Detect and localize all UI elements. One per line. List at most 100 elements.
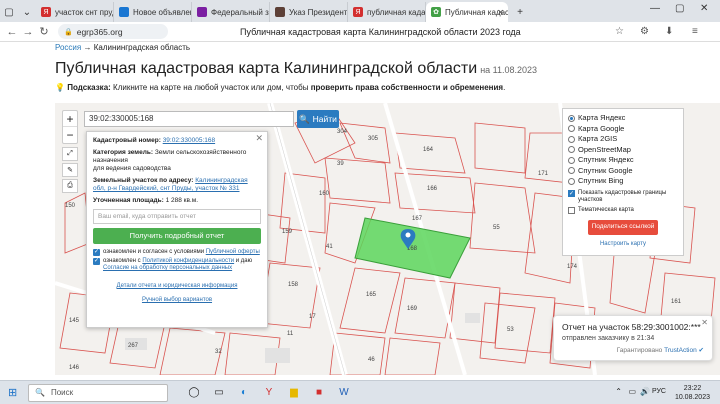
breadcrumb-root[interactable]: Россия [55, 43, 81, 52]
menu-icon[interactable]: ≡ [692, 26, 698, 37]
layer-option[interactable]: OpenStreetMap [568, 145, 678, 156]
close-tab-icon[interactable]: ✕ [497, 8, 504, 17]
search-button[interactable]: 🔍 Найти [297, 110, 339, 128]
layer-option[interactable]: Спутник Яндекс [568, 155, 678, 166]
parcel-label: 17 [309, 314, 316, 320]
checkbox-checked[interactable]: ✓ [568, 189, 575, 197]
site-icon [275, 7, 285, 17]
brand-link[interactable]: TrustAction [664, 347, 697, 354]
parcel-label: 174 [567, 264, 578, 270]
share-link-button[interactable]: Поделиться ссылкой [588, 219, 658, 235]
lightbulb-icon: 💡 [55, 83, 65, 92]
notification-subtitle: отправлен заказчику в 21:34 [562, 335, 655, 342]
browser-tab[interactable]: Новое объявление [114, 2, 192, 22]
tab-search-icon[interactable]: ⌄ [19, 4, 35, 20]
area-label: Уточненная площадь: [93, 197, 164, 204]
manual-options-link[interactable]: Ручной выбор вариантов [142, 297, 212, 303]
settings-icon[interactable]: ⚙ [640, 26, 649, 37]
cadastral-borders-checkbox[interactable]: ✓ Показать кадастровые границы участков [568, 189, 678, 204]
print-icon[interactable]: ⎙ [62, 179, 78, 193]
heading-title: Публичная кадастровая карта Калининградс… [55, 60, 478, 77]
clock[interactable]: 23:22 10.08.2023 [675, 384, 710, 402]
ruler-icon[interactable]: ✎ [62, 163, 78, 177]
notification-guarantee: Гарантировано TrustAction ✔ [562, 346, 704, 354]
layer-option[interactable]: Карта 2GIS [568, 134, 678, 145]
back-icon[interactable]: ← [4, 26, 20, 38]
edge-icon[interactable]: ◐ [234, 383, 254, 403]
offer-link[interactable]: Публичной оферты [206, 249, 260, 255]
layer-option[interactable]: Спутник Bing [568, 176, 678, 187]
language-indicator[interactable]: РУС [652, 388, 666, 395]
yandex-browser-icon[interactable]: Y [259, 383, 279, 403]
maximize-icon[interactable]: ▢ [675, 3, 684, 14]
configure-map-link[interactable]: Настроить карту [568, 239, 678, 250]
cadastral-number-row: Кадастровый номер: 39:02:330005:168 [93, 137, 261, 145]
browser-tab[interactable]: Япубличная кадастр [348, 2, 426, 22]
network-icon[interactable]: ▭ [628, 387, 636, 396]
offer-checkbox-row[interactable]: ✓ ознакомлен и согласен с условиями Публи… [93, 249, 261, 256]
address-label: Земельный участок по адресу: [93, 177, 194, 184]
close-icon[interactable]: ✕ [701, 318, 708, 327]
zoom-in-button[interactable]: + [63, 111, 77, 127]
radio[interactable] [568, 156, 575, 164]
app-icon[interactable]: ■ [309, 383, 329, 403]
task-view-icon[interactable]: ◯ [184, 383, 204, 403]
parcel-label: 165 [366, 292, 377, 298]
parcel-label: 11 [287, 331, 294, 337]
parcel-label: 164 [423, 147, 434, 153]
layer-option-label: Карта 2GIS [578, 134, 618, 143]
radio[interactable] [568, 146, 575, 154]
tab-actions-icon[interactable]: ▢ [1, 4, 17, 20]
layer-option[interactable]: Карта Google [568, 124, 678, 135]
radio[interactable] [568, 167, 575, 175]
folder-icon[interactable]: ▆ [284, 383, 304, 403]
email-field[interactable]: Ваш email, куда отправить отчет [93, 209, 261, 224]
radio[interactable] [568, 177, 575, 185]
checkbox[interactable] [568, 206, 575, 214]
radio[interactable] [568, 135, 575, 143]
close-icon[interactable]: ✕ [255, 134, 263, 143]
privacy-checkbox-row[interactable]: ✓ ознакомлен с Политикой конфиденциальнос… [93, 258, 261, 272]
download-icon[interactable]: ⬇ [665, 26, 673, 37]
layer-switcher: Карта Яндекс Карта Google Карта 2GIS Ope… [562, 108, 684, 256]
privacy-link[interactable]: Политикой конфиденциальности [142, 258, 234, 264]
tray-chevron-icon[interactable]: ⌃ [615, 387, 622, 396]
radio[interactable] [568, 125, 575, 133]
new-tab-icon[interactable]: + [512, 4, 528, 20]
get-report-button[interactable]: Получить подробный отчет [93, 228, 261, 244]
windows-start-icon[interactable]: ⊞ [8, 386, 17, 399]
close-window-icon[interactable]: ✕ [700, 3, 708, 14]
parcel-label: 267 [128, 343, 139, 349]
taskbar-search[interactable]: 🔍 Поиск [28, 383, 168, 402]
volume-icon[interactable]: 🔊 [640, 387, 650, 396]
layer-option[interactable]: Карта Яндекс [568, 113, 678, 124]
cadastral-number-link[interactable]: 39:02:330005:168 [163, 137, 215, 144]
multitask-icon[interactable]: ▭ [209, 383, 229, 403]
report-details-link[interactable]: Детали отчета и юридическая информация [117, 283, 238, 289]
tab-label: участок снт пруды [55, 7, 113, 17]
cadastral-search-input[interactable]: 39:02:330005:168 [84, 111, 294, 127]
checkbox-checked[interactable]: ✓ [93, 258, 100, 265]
layer-option[interactable]: Спутник Google [568, 166, 678, 177]
thematic-map-checkbox[interactable]: Тематическая карта [568, 206, 678, 214]
word-icon[interactable]: W [334, 383, 354, 403]
minimize-icon[interactable]: — [650, 3, 660, 14]
browser-tab[interactable]: Указ Президента РФ [270, 2, 348, 22]
zoom-out-button[interactable]: − [63, 127, 77, 143]
parcel-label: 55 [493, 225, 500, 231]
checkbox-checked[interactable]: ✓ [93, 249, 100, 256]
url-field[interactable]: 🔒 egrp365.org [58, 24, 168, 39]
reload-icon[interactable]: ↻ [36, 25, 52, 38]
consent-link[interactable]: Согласие на обработку персональных данны… [103, 265, 232, 271]
bookmark-icon[interactable]: ☆ [615, 26, 624, 37]
layer-option-label: Карта Яндекс [578, 113, 626, 122]
browser-tab[interactable]: Федеральный закон [192, 2, 270, 22]
tab-label: Федеральный закон [211, 7, 269, 17]
browser-tab[interactable]: Яучасток снт пруды [36, 2, 114, 22]
forward-icon[interactable]: → [20, 26, 36, 38]
browser-tab-active[interactable]: ✿Публичная кадастр✕ [426, 2, 508, 22]
radio-selected[interactable] [568, 114, 575, 122]
tab-label: публичная кадастр [367, 7, 426, 17]
hint-prefix: Подсказка: [67, 83, 111, 92]
fullscreen-icon[interactable]: ⤢ [62, 147, 78, 161]
